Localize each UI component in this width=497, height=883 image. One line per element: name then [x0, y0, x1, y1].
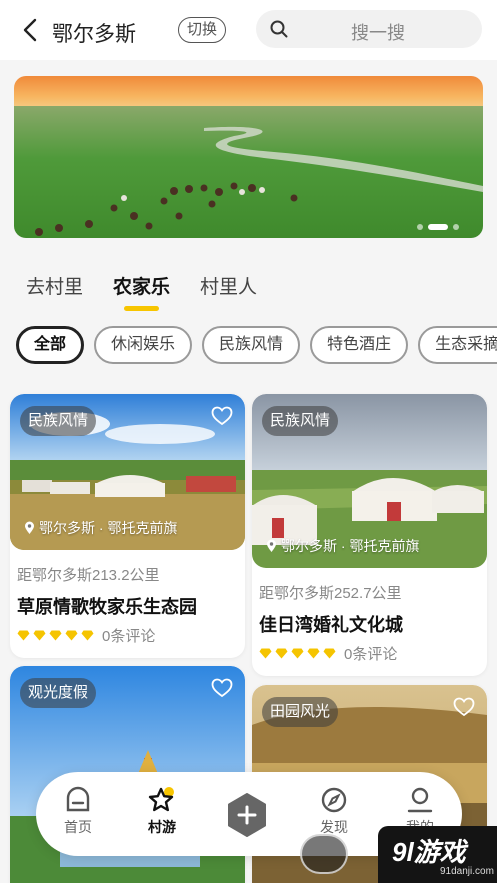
user-icon	[407, 787, 433, 813]
card-location-text: 鄂尔多斯 · 鄂托克前旗	[281, 538, 420, 554]
venue-card[interactable]: 民族风情 鄂尔多斯 · 鄂托克前旗 距鄂尔多斯252.7公里 佳日湾婚礼文化城 …	[252, 394, 487, 676]
carousel-indicator	[417, 224, 459, 230]
watermark-sub: 91danji.com	[440, 866, 494, 877]
card-reviews: 0条评论	[344, 646, 398, 663]
tab-farmhouse[interactable]: 农家乐	[113, 272, 170, 311]
diamond-icon	[81, 630, 94, 641]
card-title: 佳日湾婚礼文化城	[259, 615, 403, 635]
nav-discover-label: 发现	[320, 819, 348, 835]
filter-chips: 全部 休闲娱乐 民族风情 特色酒庄 生态采摘	[16, 326, 497, 364]
header: 鄂尔多斯 切换 搜一搜	[0, 0, 497, 60]
card-title: 草原情歌牧家乐生态园	[17, 597, 197, 617]
card-distance: 距鄂尔多斯252.7公里	[259, 585, 402, 602]
card-location-text: 鄂尔多斯 · 鄂托克前旗	[39, 520, 178, 536]
card-tag: 民族风情	[20, 406, 97, 436]
diamond-icon	[307, 648, 320, 659]
card-tag: 观光度假	[20, 678, 97, 708]
diamond-icon	[259, 648, 272, 659]
diamond-icon	[17, 630, 30, 641]
card-reviews: 0条评论	[102, 628, 156, 645]
venue-card[interactable]: 民族风情 鄂尔多斯 · 鄂托克前旗 距鄂尔多斯213.2公里 草原情歌牧家乐生态…	[10, 394, 245, 658]
location-pin-icon	[25, 521, 34, 534]
location-pin-icon	[267, 539, 276, 552]
diamond-icon	[49, 630, 62, 641]
switch-city-button[interactable]: 切换	[178, 17, 227, 43]
venue-image: 民族风情 鄂尔多斯 · 鄂托克前旗	[252, 394, 487, 568]
card-location: 鄂尔多斯 · 鄂托克前旗	[266, 536, 419, 556]
card-rating: 0条评论	[17, 625, 245, 646]
chip-leisure[interactable]: 休闲娱乐	[94, 326, 193, 364]
banner-carousel[interactable]	[14, 76, 483, 238]
card-rating: 0条评论	[259, 643, 487, 664]
carousel-dot	[417, 224, 423, 230]
heart-icon[interactable]	[211, 406, 233, 426]
category-tabs: 去村里 农家乐 村里人	[26, 272, 257, 311]
plus-icon[interactable]	[224, 792, 270, 838]
watermark-ring	[300, 834, 348, 874]
search-bar[interactable]: 搜一搜	[256, 10, 482, 48]
venue-image: 民族风情 鄂尔多斯 · 鄂托克前旗	[10, 394, 245, 550]
compass-icon	[321, 787, 347, 813]
nav-home[interactable]: 首页	[48, 786, 108, 837]
chip-all[interactable]: 全部	[16, 326, 85, 364]
diamond-icon	[291, 648, 304, 659]
card-tag: 民族风情	[262, 406, 339, 436]
heart-icon[interactable]	[211, 678, 233, 698]
banner-image	[14, 76, 483, 238]
card-distance: 距鄂尔多斯213.2公里	[17, 567, 160, 584]
chip-winery[interactable]: 特色酒庄	[310, 326, 409, 364]
search-icon	[270, 20, 288, 38]
city-name[interactable]: 鄂尔多斯	[52, 18, 136, 48]
chip-picking[interactable]: 生态采摘	[418, 326, 497, 364]
nav-discover[interactable]: 发现	[304, 786, 364, 837]
chip-ethnic[interactable]: 民族风情	[202, 326, 301, 364]
diamond-icon	[65, 630, 78, 641]
back-arrow-icon[interactable]	[20, 18, 42, 42]
nav-home-label: 首页	[64, 819, 92, 835]
nav-village-tour[interactable]: 村游	[132, 786, 192, 837]
diamond-icon	[275, 648, 288, 659]
carousel-dot-active	[428, 224, 448, 230]
search-placeholder: 搜一搜	[351, 23, 405, 43]
tab-go-village[interactable]: 去村里	[26, 272, 83, 299]
heart-icon[interactable]	[453, 697, 475, 717]
carousel-dot	[453, 224, 459, 230]
watermark: 9l游戏 91danji.com	[378, 826, 497, 883]
diamond-icon	[33, 630, 46, 641]
nav-village-tour-label: 村游	[148, 819, 176, 835]
card-location: 鄂尔多斯 · 鄂托克前旗	[24, 518, 177, 538]
card-tag: 田园风光	[262, 697, 339, 727]
diamond-icon	[323, 648, 336, 659]
home-icon	[66, 786, 90, 812]
watermark-text: 9l游戏	[392, 837, 466, 867]
tab-villagers[interactable]: 村里人	[200, 272, 257, 299]
star-icon	[148, 787, 174, 812]
